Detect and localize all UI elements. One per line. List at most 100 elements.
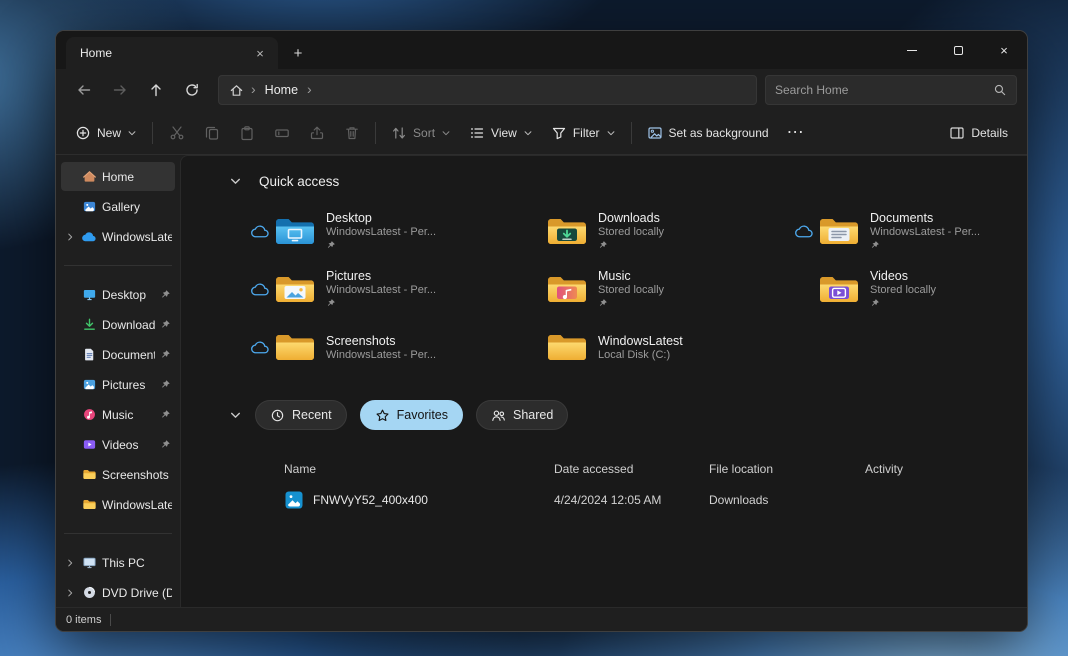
sidebar-item-documents[interactable]: Documents: [61, 340, 175, 369]
sidebar-item-downloads[interactable]: Downloads: [61, 310, 175, 339]
quick-access-tile-desktop[interactable]: Desktop WindowsLatest - Per...: [247, 202, 519, 260]
items-count: 0 items: [66, 613, 102, 626]
column-header-file-location[interactable]: File location: [709, 462, 865, 476]
quick-access-tile-downloads[interactable]: Downloads Stored locally: [519, 202, 791, 260]
new-tab-button[interactable]: +: [284, 40, 312, 66]
quick-access-tile-screenshots[interactable]: Screenshots WindowsLatest - Per...: [247, 318, 519, 376]
quick-access-tile-documents[interactable]: Documents WindowsLatest - Per...: [791, 202, 1027, 260]
more-options-button[interactable]: …: [778, 117, 813, 149]
quick-access-header: Quick access: [181, 164, 1027, 198]
breadcrumb[interactable]: › Home ›: [218, 75, 757, 105]
downloads-icon: [81, 317, 97, 333]
tab-close-button[interactable]: ×: [250, 43, 270, 63]
sidebar-item-onedrive-windowslatest[interactable]: WindowsLatest -: [61, 222, 175, 251]
breadcrumb-chevron[interactable]: ›: [307, 82, 312, 96]
filter-button-label: Filter: [572, 125, 600, 140]
tab-title: Home: [80, 46, 113, 60]
sidebar-item-windowslatest-folder[interactable]: WindowsLatest: [61, 490, 175, 519]
sidebar-item-label: Pictures: [102, 377, 146, 392]
refresh-icon: [186, 83, 198, 96]
sidebar-item-dvd-drive[interactable]: DVD Drive (D:) C: [61, 578, 175, 607]
onedrive-sync-cloud-icon: [247, 340, 273, 355]
pin-icon: [870, 298, 936, 309]
image-icon: [647, 126, 662, 139]
filter-icon: [552, 127, 565, 139]
videos-icon: [81, 437, 97, 453]
paste-icon: [240, 125, 253, 140]
column-header-name[interactable]: Name: [284, 462, 554, 476]
rename-icon: [274, 128, 289, 137]
tab-favorites[interactable]: Favorites: [359, 400, 464, 430]
new-button[interactable]: New: [66, 117, 146, 149]
column-header-activity[interactable]: Activity: [865, 462, 1011, 476]
sidebar-item-gallery[interactable]: Gallery: [61, 192, 175, 221]
forward-button[interactable]: [102, 74, 138, 106]
rename-button[interactable]: [264, 117, 299, 149]
sidebar-item-screenshots[interactable]: Screenshots: [61, 460, 175, 489]
divider: [630, 121, 632, 144]
refresh-button[interactable]: [174, 74, 210, 106]
chevron-right-icon[interactable]: [64, 232, 76, 242]
section-collapse-chevron-icon[interactable]: [229, 409, 242, 422]
sidebar-item-desktop[interactable]: Desktop: [61, 280, 175, 309]
maximize-button[interactable]: [935, 31, 981, 69]
table-row[interactable]: FNWVyY52_400x400 4/24/2024 12:05 AM Down…: [284, 482, 1011, 518]
quick-access-tile-windowslatest[interactable]: WindowsLatest Local Disk (C:): [519, 318, 791, 376]
close-button[interactable]: ×: [981, 31, 1027, 69]
breadcrumb-segment-home[interactable]: Home: [263, 83, 300, 97]
content-pane: Quick access Desktop WindowsLatest - Per…: [180, 155, 1027, 607]
gallery-icon: [81, 199, 97, 215]
sidebar-item-label: Gallery: [102, 199, 141, 214]
sort-button[interactable]: Sort: [382, 117, 460, 149]
quick-access-tile-videos[interactable]: Videos Stored locally: [791, 260, 1027, 318]
tab-shared[interactable]: Shared: [476, 400, 569, 430]
minimize-button[interactable]: [889, 31, 935, 69]
tile-subtitle: WindowsLatest - Per...: [326, 284, 437, 296]
up-button[interactable]: [138, 74, 174, 106]
quick-access-tile-pictures[interactable]: Pictures WindowsLatest - Per...: [247, 260, 519, 318]
delete-button[interactable]: [334, 117, 369, 149]
chevron-right-icon[interactable]: [64, 588, 76, 598]
view-button[interactable]: View: [460, 117, 542, 149]
tab-home[interactable]: Home ×: [66, 37, 278, 69]
sidebar-item-home[interactable]: Home: [61, 162, 175, 191]
divider: [152, 121, 154, 144]
tile-subtitle: Local Disk (C:): [598, 348, 671, 361]
tile-subtitle: Stored locally: [598, 284, 665, 296]
sidebar-item-label: Desktop: [102, 287, 147, 302]
search-input[interactable]: [775, 83, 993, 97]
pin-icon: [326, 298, 436, 309]
sidebar-item-videos[interactable]: Videos: [61, 430, 175, 459]
set-as-background-button[interactable]: Set as background: [638, 117, 778, 149]
sidebar-item-pictures[interactable]: Pictures: [61, 370, 175, 399]
details-button[interactable]: Details: [940, 117, 1017, 149]
divider: [375, 121, 377, 144]
sidebar-item-music[interactable]: Music: [61, 400, 175, 429]
quick-access-tile-music[interactable]: Music Stored locally: [519, 260, 791, 318]
back-button[interactable]: [66, 74, 102, 106]
pin-icon: [870, 240, 980, 251]
paste-button[interactable]: [229, 117, 264, 149]
pin-icon: [160, 289, 171, 300]
sidebar-divider: [64, 533, 172, 534]
tile-subtitle: WindowsLatest - Per...: [326, 348, 437, 361]
breadcrumb-chevron[interactable]: ›: [251, 82, 256, 96]
home-icon: [81, 169, 97, 185]
file-date-accessed: 4/24/2024 12:05 AM: [554, 493, 662, 507]
sidebar-item-label: Home: [102, 169, 135, 184]
search-box[interactable]: [765, 75, 1017, 105]
tab-recent[interactable]: Recent: [255, 400, 347, 430]
section-collapse-chevron-icon[interactable]: [229, 175, 242, 188]
copy-button[interactable]: [194, 117, 229, 149]
sort-icon: [393, 126, 406, 139]
sidebar-item-this-pc[interactable]: This PC: [61, 548, 175, 577]
chevron-right-icon[interactable]: [64, 558, 76, 568]
share-icon: [310, 126, 323, 139]
sidebar-item-label: Downloads: [102, 317, 155, 332]
cut-button[interactable]: [159, 117, 194, 149]
clock-icon: [271, 409, 284, 421]
filter-button[interactable]: Filter: [542, 117, 625, 149]
share-button[interactable]: [299, 117, 334, 149]
tile-name: Downloads: [598, 211, 660, 225]
column-header-date-accessed[interactable]: Date accessed: [554, 462, 709, 476]
